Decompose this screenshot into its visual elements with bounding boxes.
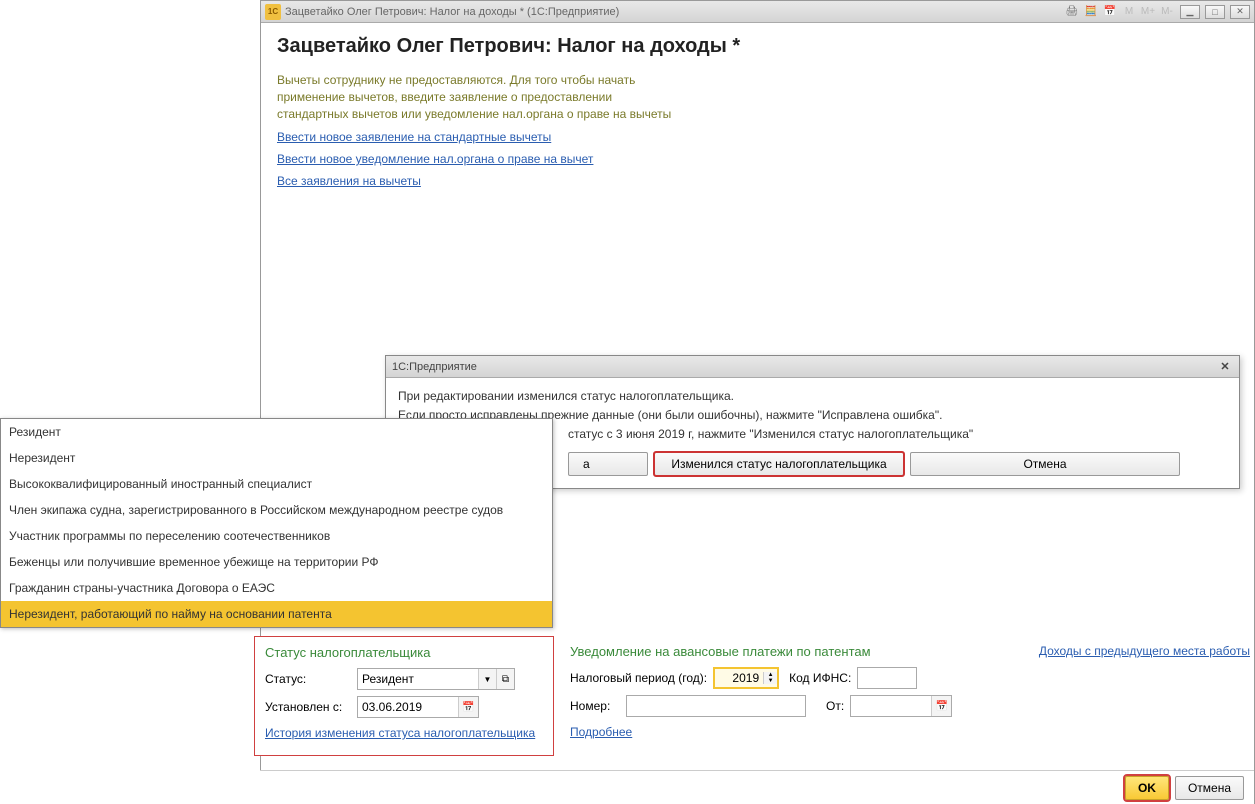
calendar-icon[interactable]: 📅 [458, 697, 478, 717]
status-heading: Статус налогоплательщика [265, 645, 543, 660]
from-date-input[interactable] [851, 696, 931, 716]
window-title: Зацветайко Олег Петрович: Налог на доход… [285, 6, 1064, 18]
dialog-title-text: 1С:Предприятие [392, 361, 477, 373]
date-label: Установлен с: [265, 700, 357, 714]
dialog-line1: При редактировании изменился статус нало… [398, 388, 1227, 405]
dd-item-3[interactable]: Член экипажа судна, зарегистрированного … [1, 497, 552, 523]
ok-button[interactable]: OK [1125, 776, 1169, 800]
m-icon: M [1121, 4, 1137, 20]
mplus-icon: M+ [1140, 4, 1156, 20]
minimize-button[interactable]: ▁ [1180, 5, 1200, 19]
more-link[interactable]: Подробнее [570, 725, 632, 739]
dialog-btn-status-changed[interactable]: Изменился статус налогоплательщика [654, 452, 904, 476]
calc-icon[interactable]: 🧮 [1083, 4, 1099, 20]
close-button[interactable]: ✕ [1230, 5, 1250, 19]
page-title: Зацветайко Олег Петрович: Налог на доход… [277, 35, 1238, 58]
open-icon[interactable]: ⧉ [496, 669, 514, 689]
link-all-statements[interactable]: Все заявления на вычеты [277, 174, 1238, 188]
dd-item-1[interactable]: Нерезидент [1, 445, 552, 471]
dialog-titlebar: 1С:Предприятие ✕ [386, 356, 1239, 378]
print-icon[interactable]: 🖨 [1064, 4, 1080, 20]
dialog-close-icon[interactable]: ✕ [1217, 359, 1233, 375]
ifns-input[interactable] [857, 667, 917, 689]
year-input[interactable]: ▲ ▼ [713, 667, 779, 689]
status-panel: Статус налогоплательщика Статус: ▼ ⧉ Уст… [254, 636, 554, 756]
dd-item-4[interactable]: Участник программы по переселению соотеч… [1, 523, 552, 549]
link-new-statement[interactable]: Ввести новое заявление на стандартные вы… [277, 130, 1238, 144]
app-icon: 1C [265, 4, 281, 20]
from-date-wrap[interactable]: 📅 [850, 695, 952, 717]
maximize-button[interactable]: □ [1205, 5, 1225, 19]
date-input-wrap[interactable]: 📅 [357, 696, 479, 718]
year-down-icon[interactable]: ▼ [764, 678, 777, 684]
year-field[interactable] [715, 671, 763, 685]
period-label: Налоговый период (год): [570, 671, 707, 685]
calendar-icon[interactable]: 📅 [1102, 4, 1118, 20]
mminus-icon: M- [1159, 4, 1175, 20]
dialog-btn-fixed[interactable]: а [568, 452, 648, 476]
status-dropdown-list[interactable]: Резидент Нерезидент Высококвалифицирован… [0, 418, 553, 628]
calendar-icon[interactable]: 📅 [931, 696, 951, 716]
link-new-notice[interactable]: Ввести новое уведомление нал.органа о пр… [277, 152, 1238, 166]
dd-item-6[interactable]: Гражданин страны-участника Договора о ЕА… [1, 575, 552, 601]
dd-item-7[interactable]: Нерезидент, работающий по найму на основ… [1, 601, 552, 627]
notice-panel: Доходы с предыдущего места работы Уведом… [560, 636, 1250, 756]
income-link[interactable]: Доходы с предыдущего места работы [1039, 644, 1250, 658]
dd-item-0[interactable]: Резидент [1, 419, 552, 445]
number-input[interactable] [626, 695, 806, 717]
chevron-down-icon[interactable]: ▼ [478, 669, 496, 689]
status-input[interactable] [358, 669, 478, 689]
dd-item-2[interactable]: Высококвалифицированный иностранный спец… [1, 471, 552, 497]
from-label: От: [826, 699, 844, 713]
ifns-label: Код ИФНС: [789, 671, 851, 685]
history-link[interactable]: История изменения статуса налогоплательщ… [265, 726, 535, 740]
cancel-button[interactable]: Отмена [1175, 776, 1244, 800]
info-text: Вычеты сотруднику не предоставляются. Дл… [277, 72, 677, 122]
status-select[interactable]: ▼ ⧉ [357, 668, 515, 690]
number-label: Номер: [570, 699, 620, 713]
titlebar: 1C Зацветайко Олег Петрович: Налог на до… [261, 1, 1254, 23]
dd-item-5[interactable]: Беженцы или получившие временное убежище… [1, 549, 552, 575]
footer: OK Отмена [260, 770, 1254, 804]
date-input[interactable] [358, 697, 458, 717]
dialog-btn-cancel[interactable]: Отмена [910, 452, 1180, 476]
status-label: Статус: [265, 672, 357, 686]
